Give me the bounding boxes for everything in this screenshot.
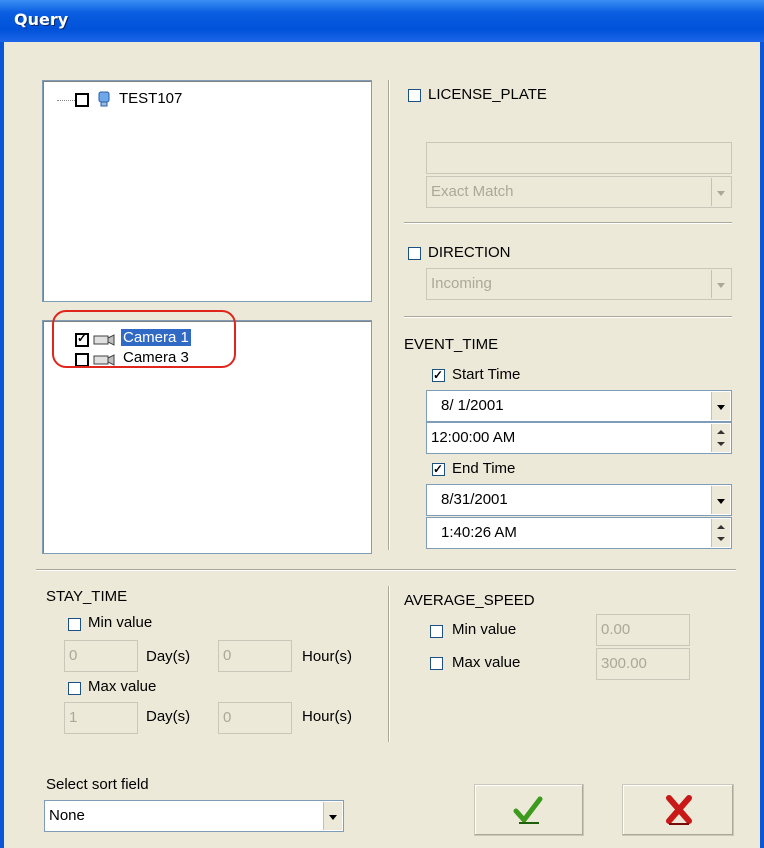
stay-time-label: STAY_TIME — [46, 588, 128, 605]
end-time-value: 1:40:26 AM — [441, 524, 517, 541]
hours-unit-label: Hour(s) — [302, 648, 353, 665]
sort-field-label: Select sort field — [46, 776, 149, 793]
tree-node-checkbox[interactable] — [75, 93, 89, 107]
match-mode-value: Exact Match — [431, 183, 514, 200]
average-speed-label: AVERAGE_SPEED — [404, 592, 535, 609]
days-unit-label: Day(s) — [146, 648, 191, 665]
speed-max-checkbox[interactable] — [430, 657, 443, 670]
site-tree[interactable]: TEST107 — [42, 80, 372, 302]
speed-min-input[interactable]: 0.00 — [596, 614, 690, 646]
ok-button[interactable] — [474, 784, 584, 836]
license-plate-input[interactable] — [426, 142, 732, 174]
end-time-checkbox[interactable] — [432, 461, 445, 477]
spinner-icon[interactable] — [711, 519, 730, 547]
start-date-picker[interactable]: 8/ 1/2001 — [426, 390, 732, 422]
stay-max-label: Max value — [88, 678, 157, 695]
chevron-down-icon[interactable] — [711, 270, 730, 298]
section-divider — [404, 316, 732, 318]
tree-line — [57, 100, 75, 101]
license-plate-label: LICENSE_PLATE — [428, 86, 547, 103]
highlight-annotation — [52, 310, 236, 368]
start-time-label: Start Time — [452, 366, 521, 383]
direction-label: DIRECTION — [428, 244, 511, 261]
stay-max-days-input[interactable]: 1 — [64, 702, 138, 734]
start-date-value: 8/ 1/2001 — [441, 397, 504, 414]
speed-min-checkbox[interactable] — [430, 625, 443, 638]
green-checkmark-icon — [513, 795, 543, 829]
spinner-icon[interactable] — [711, 424, 730, 452]
stay-max-checkbox[interactable] — [68, 682, 81, 695]
sort-field-value: None — [49, 807, 85, 824]
chevron-down-icon[interactable] — [323, 802, 342, 830]
end-date-value: 8/31/2001 — [441, 491, 508, 508]
match-mode-dropdown[interactable]: Exact Match — [426, 176, 732, 208]
chevron-down-icon[interactable] — [711, 486, 730, 514]
red-x-icon — [665, 795, 693, 829]
window-title: Query — [14, 10, 69, 29]
window-frame-right — [760, 42, 764, 848]
end-date-picker[interactable]: 8/31/2001 — [426, 484, 732, 516]
hours-unit-label: Hour(s) — [302, 708, 353, 725]
stay-min-hours-input[interactable]: 0 — [218, 640, 292, 672]
section-divider — [404, 222, 732, 224]
title-bar[interactable]: Query — [0, 0, 764, 42]
start-time-input[interactable]: 12:00:00 AM — [426, 422, 732, 454]
stay-min-label: Min value — [88, 614, 153, 631]
server-icon — [97, 90, 111, 108]
vertical-divider — [388, 80, 390, 550]
license-plate-checkbox[interactable] — [408, 89, 421, 102]
sort-field-dropdown[interactable]: None — [44, 800, 344, 832]
chevron-down-icon[interactable] — [711, 392, 730, 420]
direction-value: Incoming — [431, 275, 492, 292]
chevron-down-icon[interactable] — [711, 178, 730, 206]
speed-min-label: Min value — [452, 621, 517, 638]
days-unit-label: Day(s) — [146, 708, 191, 725]
vertical-divider — [388, 586, 390, 742]
stay-min-days-input[interactable]: 0 — [64, 640, 138, 672]
speed-max-input[interactable]: 300.00 — [596, 648, 690, 680]
end-time-input[interactable]: 1:40:26 AM — [426, 517, 732, 549]
end-time-label: End Time — [452, 460, 516, 477]
stay-min-checkbox[interactable] — [68, 618, 81, 631]
start-time-value: 12:00:00 AM — [431, 429, 516, 446]
speed-max-label: Max value — [452, 654, 521, 671]
direction-dropdown[interactable]: Incoming — [426, 268, 732, 300]
start-time-checkbox[interactable] — [432, 367, 445, 383]
event-time-label: EVENT_TIME — [404, 336, 499, 353]
tree-node-label[interactable]: TEST107 — [119, 90, 182, 107]
direction-checkbox[interactable] — [408, 247, 421, 260]
stay-max-hours-input[interactable]: 0 — [218, 702, 292, 734]
query-dialog: Query TEST107 Camera 1 Camera 3 LICENSE_… — [0, 0, 764, 848]
section-divider — [36, 569, 736, 571]
window-frame-left — [0, 42, 4, 848]
cancel-button[interactable] — [622, 784, 734, 836]
